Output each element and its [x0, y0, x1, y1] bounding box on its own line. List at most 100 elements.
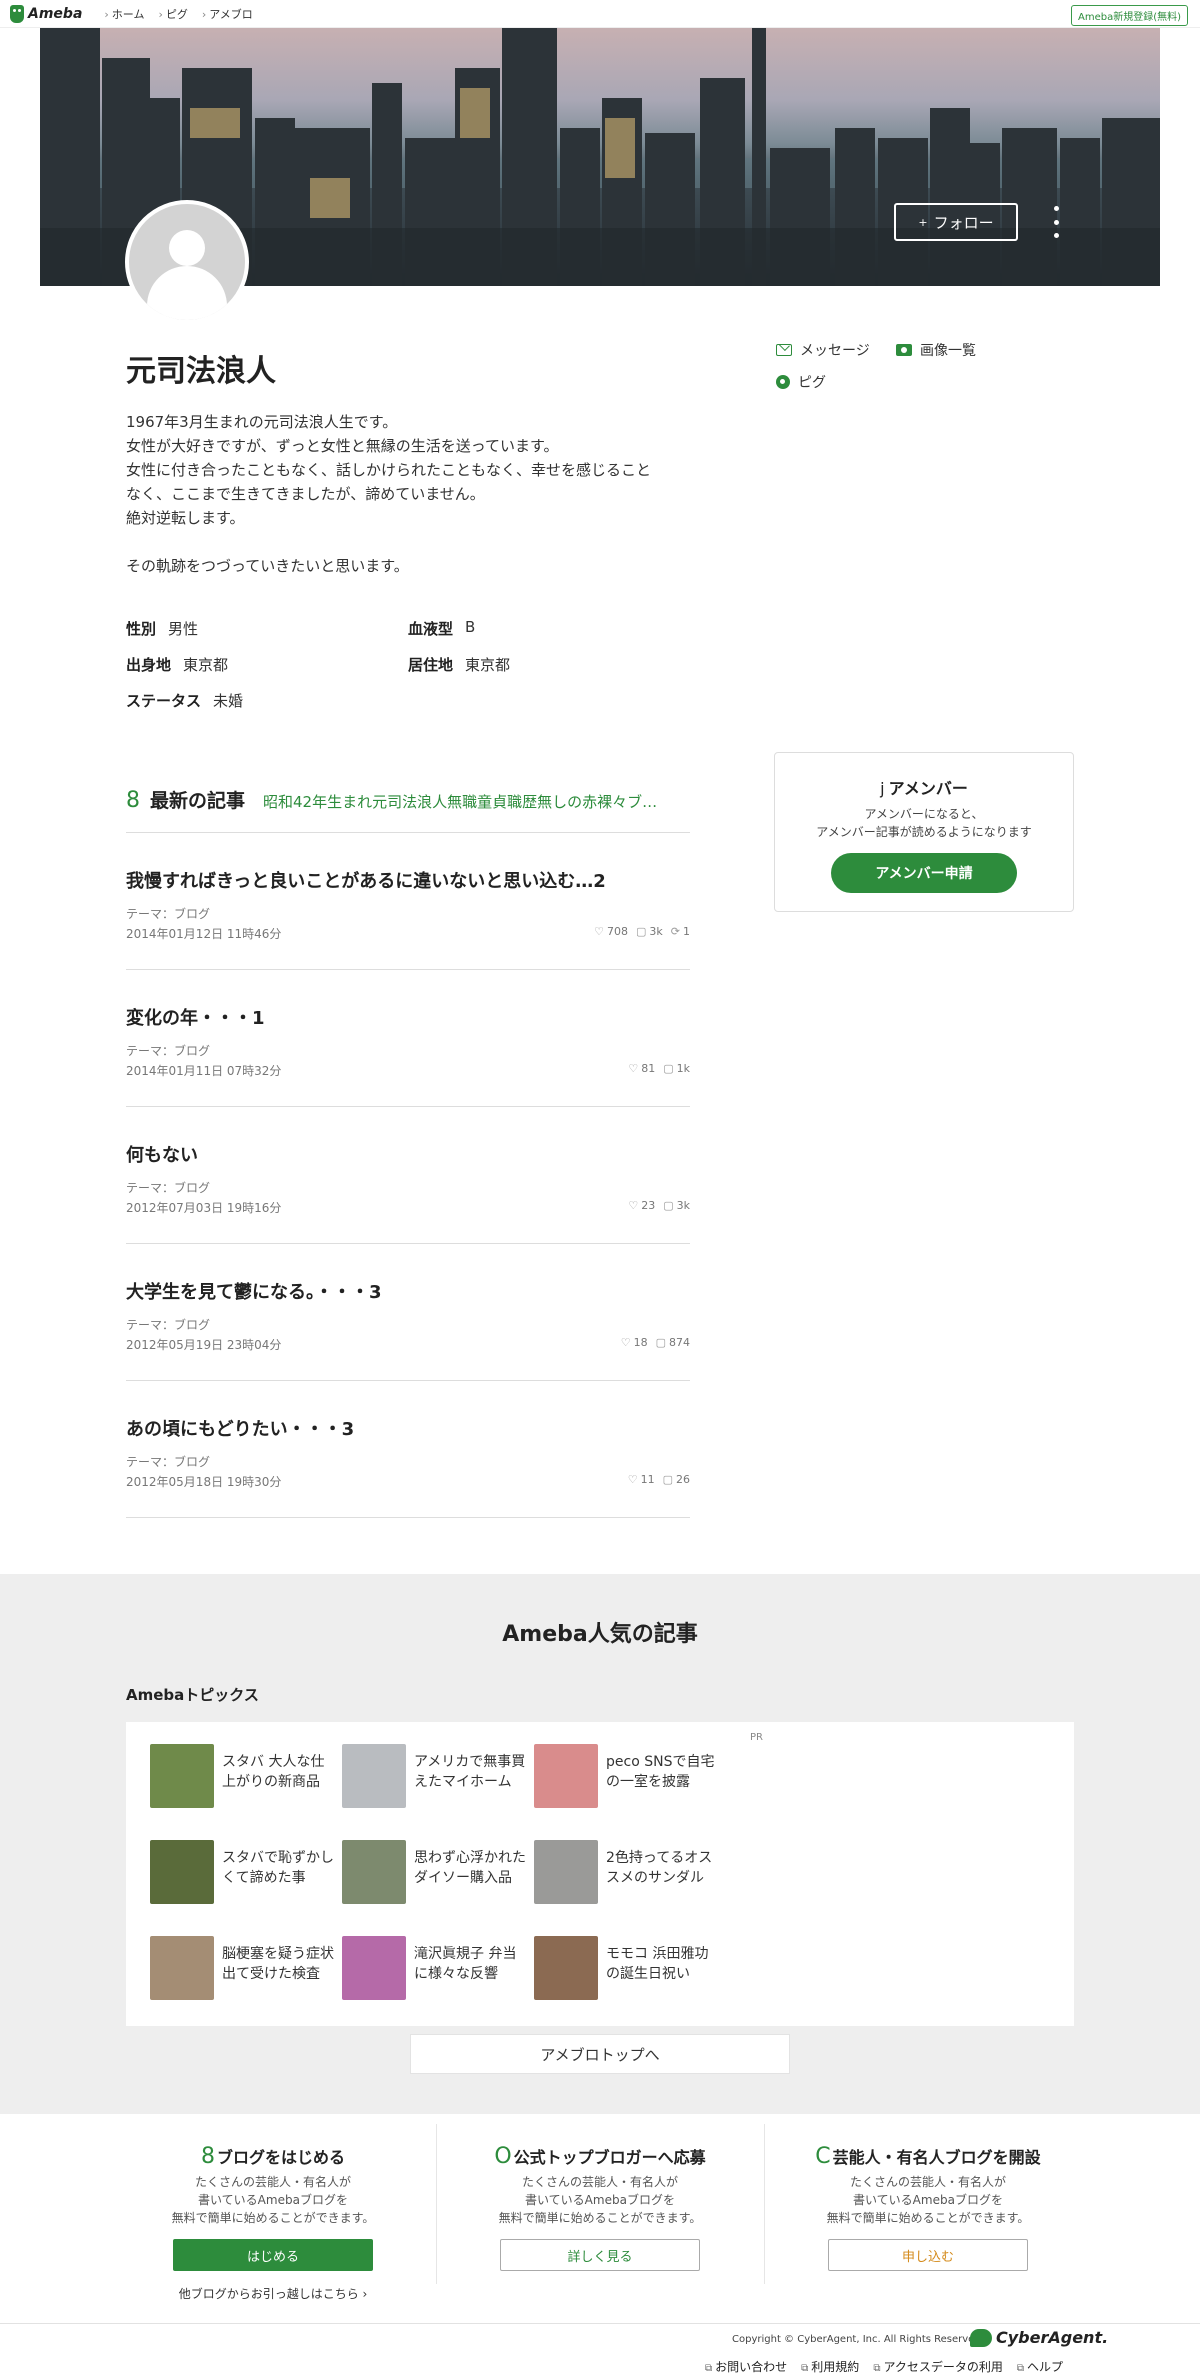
article-item[interactable]: 変化の年・・・1 テーマ：ブログ 2014年01月11日 07時32分 81 1… — [126, 970, 690, 1107]
attr-status: ステータス 未婚 — [126, 690, 243, 711]
topic-item[interactable]: 思わず心浮かれたダイソー購入品 — [342, 1840, 528, 1904]
attr-residence: 居住地 東京都 — [408, 654, 510, 675]
article-title[interactable]: 大学生を見て鬱になる。・・・3 — [126, 1278, 382, 1304]
article-item[interactable]: あの頃にもどりたい・・・3 テーマ：ブログ 2012年05月18日 19時30分… — [126, 1381, 690, 1518]
topic-title: 2色持ってるオススメのサンダル — [606, 1850, 713, 1886]
details-button[interactable]: 詳しく見る — [500, 2239, 700, 2271]
article-theme: テーマ：ブログ — [126, 1044, 211, 1058]
migrate-link[interactable]: 他ブログからお引っ越しはこちら › — [110, 2285, 436, 2302]
bio-line: 1967年3月生まれの元司法浪人生です。 — [126, 413, 398, 431]
article-stats: 708 3k 1 — [594, 925, 690, 938]
cta-desc-line: 無料で簡単に始めることができます。 — [171, 2211, 375, 2225]
topic-title: スタバで恥ずかしくて諦めた事 — [222, 1850, 334, 1886]
nav-pigg[interactable]: ピグ — [158, 6, 188, 22]
ameba-logo[interactable]: Ameba — [10, 4, 82, 23]
comment-count: 1k — [663, 1062, 690, 1075]
cta-desc-line: たくさんの芸能人・有名人が — [849, 2175, 1006, 2189]
topic-item[interactable]: peco SNSで自宅の一室を披露 — [534, 1744, 720, 1808]
cta-start-blog: 8 ブログをはじめる たくさんの芸能人・有名人が 書いているAmebaブログを 無… — [110, 2144, 436, 2302]
like-count: 81 — [628, 1062, 655, 1075]
article-theme: テーマ：ブログ — [126, 1318, 211, 1332]
article-date: 2014年01月11日 07時32分 — [126, 1064, 282, 1078]
ameba-logo-icon — [10, 4, 24, 23]
images-link[interactable]: 画像一覧 — [896, 340, 976, 360]
topic-thumbnail — [534, 1936, 598, 2000]
footer-link-terms[interactable]: 利用規約 — [801, 2358, 859, 2375]
topic-item[interactable]: 2色持ってるオススメのサンダル — [534, 1840, 720, 1904]
more-menu-icon[interactable] — [1050, 206, 1062, 238]
top-bar: Ameba ホーム ピグ アメブロ Ameba新規登録(無料) — [0, 0, 1200, 28]
images-label: 画像一覧 — [920, 343, 976, 359]
article-date: 2014年01月12日 11時46分 — [126, 927, 282, 941]
nav-ameblo[interactable]: アメブロ — [202, 6, 252, 22]
attr-value: 男性 — [168, 620, 199, 638]
article-date: 2012年07月03日 19時16分 — [126, 1201, 282, 1215]
message-link[interactable]: メッセージ — [776, 340, 870, 360]
nav-home[interactable]: ホーム — [104, 6, 145, 22]
topic-item[interactable]: モモコ 浜田雅功の誕生日祝い — [534, 1936, 720, 2000]
attr-key: 血液型 — [408, 620, 454, 638]
celebrity-icon: C — [815, 2144, 831, 2169]
topic-thumbnail — [342, 1840, 406, 1904]
bio-line: その軌跡をつづっていきたいと思います。 — [126, 557, 409, 575]
attr-value: B — [465, 618, 476, 636]
amember-desc-line: アメンバーになると、 — [864, 807, 984, 821]
topic-title: 滝沢眞規子 弁当に様々な反響 — [414, 1946, 517, 1982]
popular-articles-section: Ameba人気の記事 Amebaトピックス PR スタバ 大人な仕上がりの新商品… — [0, 1574, 1200, 2114]
topic-thumbnail — [150, 1744, 214, 1808]
topic-item[interactable]: スタバで恥ずかしくて諦めた事 — [150, 1840, 336, 1904]
comment-count: 3k — [663, 1199, 690, 1212]
topic-item[interactable]: アメリカで無事買えたマイホーム — [342, 1744, 528, 1808]
attr-value: 東京都 — [465, 656, 511, 674]
signup-button[interactable]: Ameba新規登録(無料) — [1070, 5, 1188, 26]
camera-icon — [896, 344, 912, 356]
attr-birthplace: 出身地 東京都 — [126, 654, 228, 675]
amember-apply-button[interactable]: アメンバー申請 — [831, 853, 1017, 893]
ameblo-top-button[interactable]: アメブロトップへ — [410, 2034, 790, 2074]
like-count: 23 — [628, 1199, 655, 1212]
bio-line: 絶対逆転します。 — [126, 509, 245, 527]
cta-desc: たくさんの芸能人・有名人が 書いているAmebaブログを 無料で簡単に始めること… — [110, 2173, 436, 2227]
article-item[interactable]: 我慢すればきっと良いことがあるに違いないと思い込む…2 テーマ：ブログ 2014… — [126, 833, 690, 970]
pigg-icon — [776, 375, 790, 389]
profile-bio: 1967年3月生まれの元司法浪人生です。 女性が大好きですが、ずっと女性と無縁の… — [126, 410, 696, 578]
cta-title: C 芸能人・有名人ブログを開設 — [765, 2144, 1091, 2169]
footer-link-contact[interactable]: お問い合わせ — [705, 2358, 787, 2375]
pigg-link[interactable]: ピグ — [776, 372, 826, 392]
topic-item[interactable]: 滝沢眞規子 弁当に様々な反響 — [342, 1936, 528, 2000]
comment-count: 26 — [663, 1473, 690, 1486]
article-stats: 81 1k — [628, 1062, 690, 1075]
start-button[interactable]: はじめる — [173, 2239, 373, 2271]
latest-articles-header: 8 最新の記事 昭和42年生まれ元司法浪人無職童貞職歴無しの赤裸々ブ… — [126, 786, 690, 813]
cyberagent-logo[interactable]: CyberAgent. — [970, 2328, 1108, 2347]
topic-title: アメリカで無事買えたマイホーム — [414, 1754, 526, 1790]
article-item[interactable]: 何もない テーマ：ブログ 2012年07月03日 19時16分 23 3k — [126, 1107, 690, 1244]
article-title[interactable]: 我慢すればきっと良いことがあるに違いないと思い込む…2 — [126, 867, 606, 893]
blog-title-link[interactable]: 昭和42年生まれ元司法浪人無職童貞職歴無しの赤裸々ブ… — [263, 791, 657, 812]
apply-button[interactable]: 申し込む — [828, 2239, 1028, 2271]
article-theme: テーマ：ブログ — [126, 907, 211, 921]
comment-count: 874 — [656, 1336, 690, 1349]
topic-item[interactable]: スタバ 大人な仕上がりの新商品 — [150, 1744, 336, 1808]
reblog-count: 1 — [671, 925, 690, 938]
attr-blood: 血液型 B — [408, 618, 475, 639]
footer-link-help[interactable]: ヘルプ — [1017, 2358, 1063, 2375]
topic-item[interactable]: 脳梗塞を疑う症状出て受けた検査 — [150, 1936, 336, 2000]
like-count: 18 — [621, 1336, 648, 1349]
attr-gender: 性別 男性 — [126, 618, 198, 639]
article-title[interactable]: あの頃にもどりたい・・・3 — [126, 1415, 354, 1441]
article-item[interactable]: 大学生を見て鬱になる。・・・3 テーマ：ブログ 2012年05月19日 23時0… — [126, 1244, 690, 1381]
latest-articles-title: 最新の記事 — [150, 790, 246, 812]
avatar[interactable] — [125, 200, 249, 324]
attr-key: 出身地 — [126, 656, 172, 674]
article-date: 2012年05月19日 23時04分 — [126, 1338, 282, 1352]
article-title[interactable]: 変化の年・・・1 — [126, 1004, 265, 1030]
article-stats: 23 3k — [628, 1199, 690, 1212]
follow-label: フォロー — [933, 213, 994, 232]
footer-link-access-data[interactable]: アクセスデータの利用 — [873, 2358, 1002, 2375]
article-title[interactable]: 何もない — [126, 1141, 198, 1167]
follow-button[interactable]: + フォロー — [894, 203, 1018, 241]
message-label: メッセージ — [800, 343, 870, 359]
topic-thumbnail — [534, 1744, 598, 1808]
cta-desc-line: 書いているAmebaブログを — [853, 2193, 1003, 2207]
